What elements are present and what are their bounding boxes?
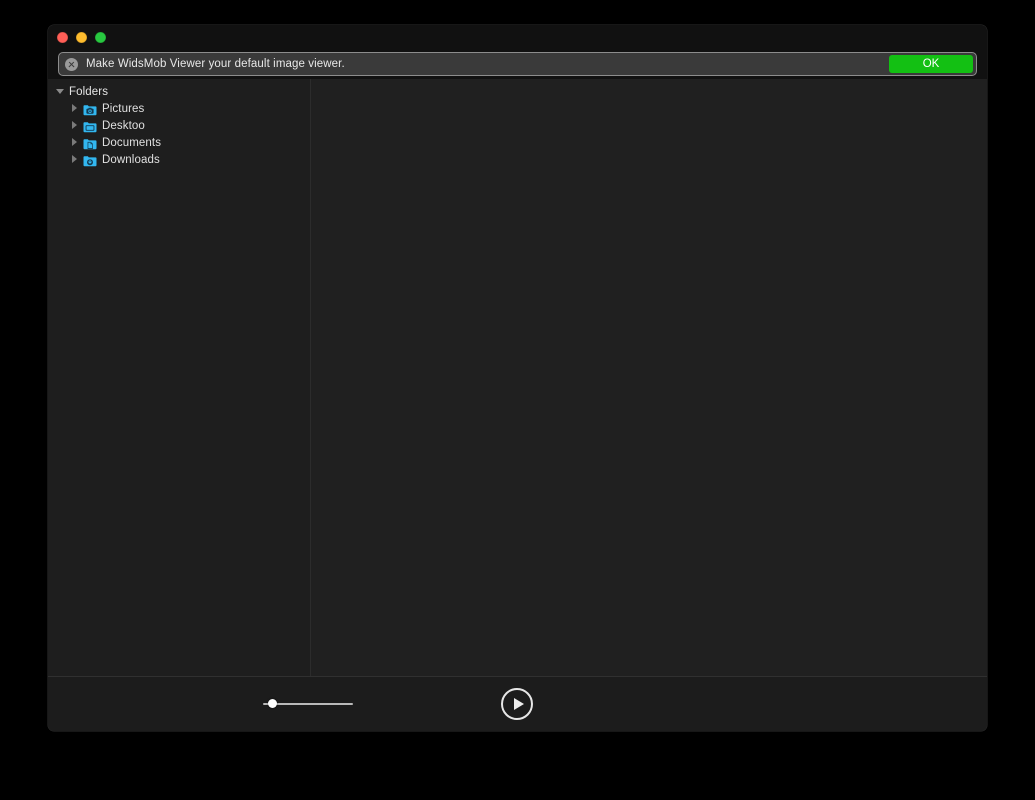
main-body: Folders Pictures Desktoo Documents Downl…: [48, 79, 987, 676]
zoom-window-button[interactable]: [95, 32, 106, 43]
minimize-window-button[interactable]: [76, 32, 87, 43]
sidebar-item-desktop[interactable]: Desktoo: [48, 117, 310, 134]
screen: Make WidsMob Viewer your default image v…: [0, 0, 1035, 800]
chevron-right-icon[interactable]: [70, 155, 79, 164]
sidebar-group-label: Folders: [69, 85, 109, 98]
folder-documents-icon: [83, 137, 97, 149]
sidebar-item-documents[interactable]: Documents: [48, 134, 310, 151]
sidebar-group-folders[interactable]: Folders: [48, 83, 310, 100]
close-window-button[interactable]: [57, 32, 68, 43]
sidebar-item-label: Downloads: [102, 153, 160, 166]
application-window: Make WidsMob Viewer your default image v…: [48, 25, 987, 731]
sidebar-item-downloads[interactable]: Downloads: [48, 151, 310, 168]
chevron-right-icon[interactable]: [70, 104, 79, 113]
play-icon: [514, 698, 524, 710]
thumbnail-size-slider[interactable]: [263, 697, 353, 711]
title-bar: [48, 25, 987, 50]
close-circle-icon[interactable]: [65, 57, 78, 71]
folder-desktop-icon: [83, 120, 97, 132]
notification-bar-area: Make WidsMob Viewer your default image v…: [48, 49, 987, 79]
slider-knob[interactable]: [268, 699, 277, 708]
folder-downloads-icon: [83, 154, 97, 166]
folder-pictures-icon: [83, 103, 97, 115]
ok-button[interactable]: OK: [889, 55, 973, 73]
folders-sidebar[interactable]: Folders Pictures Desktoo Documents Downl…: [48, 79, 311, 676]
window-controls: [57, 32, 106, 43]
sidebar-item-pictures[interactable]: Pictures: [48, 100, 310, 117]
sidebar-item-label: Desktoo: [102, 119, 145, 132]
default-viewer-notification: Make WidsMob Viewer your default image v…: [58, 52, 977, 76]
image-viewer-canvas[interactable]: [311, 79, 987, 676]
chevron-right-icon[interactable]: [70, 121, 79, 130]
sidebar-item-label: Pictures: [102, 102, 145, 115]
notification-message: Make WidsMob Viewer your default image v…: [86, 58, 345, 70]
chevron-right-icon[interactable]: [70, 138, 79, 147]
play-slideshow-button[interactable]: [501, 688, 533, 720]
chevron-down-icon[interactable]: [56, 87, 65, 96]
bottom-toolbar: [48, 676, 987, 731]
sidebar-item-label: Documents: [102, 136, 162, 149]
